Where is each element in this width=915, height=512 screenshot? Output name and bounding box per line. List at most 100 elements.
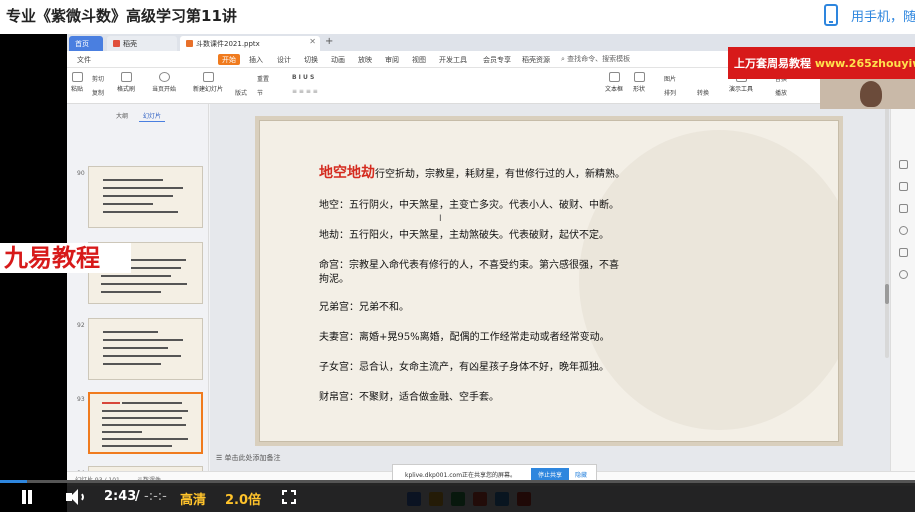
vertical-scrollbar[interactable] — [885, 108, 889, 358]
progress-bar[interactable] — [0, 480, 915, 483]
menu-docer-resources[interactable]: 稻壳资源 — [522, 55, 550, 65]
progress-fill — [0, 480, 28, 483]
speed-button[interactable]: 2.0倍 — [225, 489, 261, 508]
new-slide-label: 新建幻灯片 — [193, 86, 224, 93]
thumb-text-line — [102, 431, 142, 433]
menu-view[interactable]: 视图 — [412, 55, 426, 65]
help-icon[interactable] — [899, 226, 908, 235]
picture-button[interactable]: 图片 — [664, 74, 676, 83]
slide-thumbnail[interactable] — [88, 166, 203, 228]
scrollbar-thumb[interactable] — [885, 284, 889, 304]
slide-thumbnail[interactable] — [88, 318, 203, 380]
phone-icon[interactable] — [824, 4, 838, 26]
tab-home[interactable]: 首页 — [69, 36, 103, 51]
tab-document[interactable]: 斗数课件2021.pptx ✕ — [180, 36, 320, 51]
format-painter-icon — [120, 72, 132, 82]
thumb-number: 93 — [77, 396, 85, 403]
ppt-file-icon — [186, 40, 193, 47]
font-style-row[interactable]: B I U S — [292, 74, 314, 81]
course-title: 专业《紫微斗数》高级学习第11讲 — [6, 7, 237, 25]
style-icon[interactable] — [899, 204, 908, 213]
presenter-tools-label: 演示工具 — [729, 86, 754, 93]
close-icon[interactable]: ✕ — [309, 37, 316, 46]
reset-button[interactable]: 重置 — [257, 74, 269, 83]
slide-text-line: 地空：五行阴火，中天煞星，主变亡多灾。代表小人、破财、中断。 — [319, 200, 619, 211]
paste-icon — [71, 72, 83, 82]
video-player[interactable]: 首页 稻壳 斗数课件2021.pptx ✕ + 文件 开始 插入 设计 切换 动画… — [0, 34, 915, 512]
animation-icon[interactable] — [899, 182, 908, 191]
format-painter-button[interactable]: 格式刷 — [117, 72, 135, 93]
tab-slides[interactable]: 幻灯片 — [139, 110, 166, 122]
menu-start[interactable]: 开始 — [218, 54, 240, 65]
thumb-number: 92 — [77, 322, 85, 329]
slide-text-line: 财帛宫：不聚财，适合做金融、空手套。 — [319, 392, 499, 403]
menu-slideshow[interactable]: 放映 — [358, 55, 372, 65]
mobile-watch-link[interactable]: 用手机，随时 — [851, 6, 915, 25]
share-icon[interactable] — [899, 248, 908, 257]
shape-label: 形状 — [633, 86, 646, 93]
slide-text-line: 兄弟宫：兄弟不和。 — [319, 302, 409, 313]
player-controls: 2:43 / -:-:- 高清 2.0倍 — [0, 480, 915, 512]
watermark-name: 上万套周易教程 — [734, 57, 811, 70]
textbox-button[interactable]: 文本框 — [605, 72, 623, 93]
play-from-current-label: 当页开始 — [152, 86, 177, 93]
arrange-button[interactable]: 排列 — [664, 88, 676, 97]
tab-document-label: 斗数课件2021.pptx — [196, 40, 260, 48]
thumb-text-line — [103, 187, 183, 189]
cut-button[interactable]: 剪切 — [92, 74, 104, 83]
stop-sharing-button[interactable]: 停止共享 — [531, 468, 569, 480]
play-from-current-button[interactable]: 当页开始 — [152, 72, 176, 93]
fullscreen-icon[interactable] — [282, 490, 296, 504]
menu-animation[interactable]: 动画 — [331, 55, 345, 65]
textbox-label: 文本框 — [605, 86, 624, 93]
thumb-text-line — [102, 438, 188, 440]
new-slide-button[interactable]: 新建幻灯片 — [193, 72, 223, 93]
thumb-text-line — [103, 347, 168, 349]
paste-button[interactable]: 粘贴 — [71, 72, 83, 93]
play-icon — [158, 72, 170, 82]
current-slide[interactable]: 地空地劫行空折劫，宗教星，耗财星，有世修行过的人，新精熟。 地空：五行阴火，中天… — [255, 116, 843, 446]
menu-developer[interactable]: 开发工具 — [439, 55, 467, 65]
panel-tabs: 大纲 幻灯片 — [67, 110, 209, 122]
slide-text-line: 地劫：五行阳火，中天煞星，主劫煞破失。代表破财，起伏不定。 — [319, 230, 609, 241]
command-search[interactable]: ⌕ 查找命令、搜索模板 — [561, 54, 630, 64]
thumb-text-line — [103, 355, 181, 357]
menu-file[interactable]: 文件 — [77, 55, 91, 65]
notes-bar[interactable]: ☰ 单击此处添加备注 — [210, 452, 890, 464]
pause-icon[interactable] — [20, 490, 34, 504]
thumb-text-line — [103, 211, 178, 213]
copy-button[interactable]: 复制 — [92, 88, 104, 97]
section-button[interactable]: 节 — [257, 88, 263, 97]
text-cursor-icon: I — [439, 214, 442, 224]
menu-member[interactable]: 会员专享 — [483, 55, 511, 65]
play-button[interactable]: 播放 — [775, 88, 787, 97]
thumb-text-line — [102, 417, 182, 419]
textbox-icon — [608, 72, 620, 82]
slide-editor-stage: 地空地劫行空折劫，宗教星，耗财星，有世修行过的人，新精熟。 地空：五行阴火，中天… — [210, 104, 890, 486]
thumb-text-line — [103, 203, 153, 205]
new-tab-button[interactable]: + — [325, 36, 333, 47]
property-icon[interactable] — [899, 160, 908, 169]
shape-icon — [633, 72, 645, 82]
menu-review[interactable]: 审阅 — [385, 55, 399, 65]
transform-button[interactable]: 转换 — [697, 88, 709, 97]
thumb-text-line — [103, 339, 183, 341]
paragraph-row[interactable]: ≡ ≡ ≡ ≡ — [292, 88, 318, 95]
menu-insert[interactable]: 插入 — [249, 55, 263, 65]
thumb-text-line — [122, 402, 182, 404]
layout-button[interactable]: 版式 — [235, 88, 247, 97]
menu-design[interactable]: 设计 — [277, 55, 291, 65]
hide-banner-button[interactable]: 隐藏 — [575, 470, 587, 479]
slide-thumbnail-selected[interactable] — [88, 392, 203, 454]
webcam-feed — [820, 79, 915, 109]
menu-transition[interactable]: 切换 — [304, 55, 318, 65]
shape-button[interactable]: 形状 — [633, 72, 645, 93]
tab-home-label: 首页 — [75, 40, 89, 48]
tab-outline[interactable]: 大纲 — [112, 110, 132, 121]
thumb-text-line — [102, 445, 172, 447]
new-slide-icon — [202, 72, 214, 82]
settings-icon[interactable] — [899, 270, 908, 279]
quality-button[interactable]: 高清 — [180, 489, 206, 508]
volume-icon[interactable] — [66, 489, 86, 505]
tab-docer[interactable]: 稻壳 — [107, 36, 177, 51]
